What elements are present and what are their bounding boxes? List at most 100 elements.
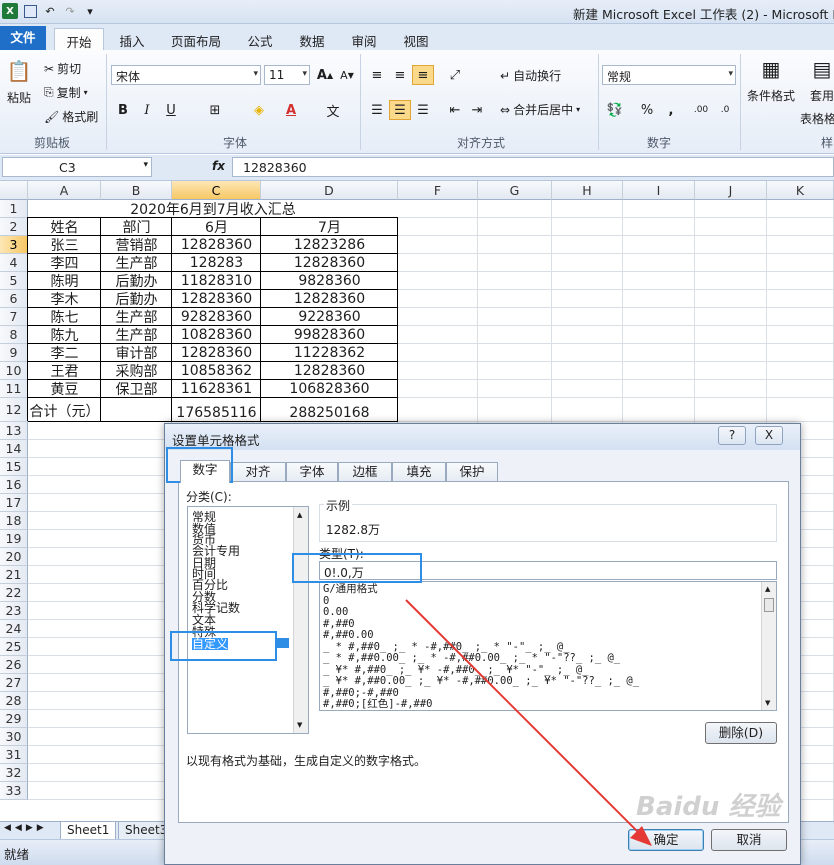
align-top-icon[interactable]: ≡ bbox=[366, 65, 388, 85]
tab-font[interactable]: 字体 bbox=[286, 462, 338, 482]
column-header-b[interactable]: B bbox=[101, 181, 172, 200]
increase-decimal-icon[interactable]: .00 bbox=[690, 100, 712, 120]
bold-button[interactable]: B bbox=[112, 100, 134, 120]
decrease-decimal-icon[interactable]: .0 bbox=[714, 100, 736, 120]
row-header-5[interactable]: 5 bbox=[0, 272, 28, 290]
align-right-icon[interactable]: ☰ bbox=[412, 100, 434, 120]
font-color-icon[interactable]: A bbox=[280, 100, 302, 120]
table-cell[interactable]: 陈七 bbox=[28, 308, 101, 326]
grow-font-icon[interactable]: A ▲ bbox=[314, 65, 336, 85]
row-header-24[interactable]: 24 bbox=[0, 620, 28, 638]
align-bottom-icon[interactable]: ≡ bbox=[412, 65, 434, 85]
table-cell[interactable]: 李四 bbox=[28, 254, 101, 272]
row-header-8[interactable]: 8 bbox=[0, 326, 28, 344]
table-cell[interactable]: 12828360 bbox=[172, 236, 261, 254]
table-cell[interactable]: 审计部 bbox=[101, 344, 172, 362]
tab-protection[interactable]: 保护 bbox=[446, 462, 498, 482]
table-cell[interactable]: 12828360 bbox=[261, 362, 398, 380]
number-format-combo[interactable]: 常规 ▾ bbox=[602, 65, 736, 85]
row-header-28[interactable]: 28 bbox=[0, 692, 28, 710]
total-cell[interactable] bbox=[101, 398, 172, 422]
table-cell[interactable]: 12828360 bbox=[172, 290, 261, 308]
table-cell[interactable]: 12828360 bbox=[261, 254, 398, 272]
table-cell[interactable]: 11828310 bbox=[172, 272, 261, 290]
column-header-f[interactable]: F bbox=[398, 181, 478, 200]
ok-button[interactable]: 确定 bbox=[628, 829, 704, 851]
table-cell[interactable]: 12828360 bbox=[261, 290, 398, 308]
row-header-26[interactable]: 26 bbox=[0, 656, 28, 674]
table-cell[interactable]: 陈九 bbox=[28, 326, 101, 344]
redo-icon[interactable]: ↷ bbox=[62, 3, 78, 19]
tab-fill[interactable]: 填充 bbox=[392, 462, 446, 482]
row-header-27[interactable]: 27 bbox=[0, 674, 28, 692]
scroll-up-icon[interactable]: ▲ bbox=[297, 511, 302, 519]
row-header-1[interactable]: 1 bbox=[0, 200, 28, 218]
font-size-combo[interactable]: 11 ▾ bbox=[264, 65, 310, 85]
border-icon[interactable]: ⊞ bbox=[204, 100, 226, 120]
name-box[interactable]: C3 ▾ bbox=[2, 157, 152, 177]
table-cell[interactable]: 92828360 bbox=[172, 308, 261, 326]
format-item[interactable]: _ ¥* #,##0.00_ ;_ ¥* -#,##0.00_ ;_ ¥* "-… bbox=[323, 676, 639, 687]
table-cell[interactable]: 10858362 bbox=[172, 362, 261, 380]
row-header-7[interactable]: 7 bbox=[0, 308, 28, 326]
table-cell[interactable]: 采购部 bbox=[101, 362, 172, 380]
table-cell[interactable]: 12828360 bbox=[172, 344, 261, 362]
table-cell[interactable]: 李木 bbox=[28, 290, 101, 308]
total-cell[interactable]: 288250168 bbox=[261, 398, 398, 422]
table-cell[interactable]: 陈明 bbox=[28, 272, 101, 290]
phonetic-icon[interactable]: 文 bbox=[322, 100, 344, 120]
cut-button[interactable]: ✂ 剪切 bbox=[44, 60, 81, 77]
formula-input[interactable]: 12828360 bbox=[232, 157, 834, 177]
align-center-icon[interactable]: ☰ bbox=[389, 100, 411, 120]
row-header-16[interactable]: 16 bbox=[0, 476, 28, 494]
format-item[interactable]: _ * #,##0_ ;_ * -#,##0_ ;_ * "-"_ ;_ @_ bbox=[323, 641, 570, 653]
sheet-tab-sheet1[interactable]: Sheet1 bbox=[60, 822, 117, 840]
column-header-h[interactable]: H bbox=[552, 181, 623, 200]
tab-file[interactable]: 文件 bbox=[0, 26, 46, 50]
table-cell[interactable]: 10828360 bbox=[172, 326, 261, 344]
font-name-combo[interactable]: 宋体 ▾ bbox=[111, 65, 261, 85]
column-header-d[interactable]: D bbox=[261, 181, 398, 200]
row-header-17[interactable]: 17 bbox=[0, 494, 28, 512]
table-cell[interactable]: 李二 bbox=[28, 344, 101, 362]
function-icon[interactable]: fx bbox=[212, 159, 225, 173]
format-item[interactable]: G/通用格式 bbox=[323, 584, 378, 595]
format-scrollbar[interactable]: ▲ ▼ bbox=[761, 582, 776, 710]
table-cell[interactable]: 12823286 bbox=[261, 236, 398, 254]
table-cell[interactable]: 张三 bbox=[28, 236, 101, 254]
table-cell[interactable]: 11228362 bbox=[261, 344, 398, 362]
row-header-25[interactable]: 25 bbox=[0, 638, 28, 656]
row-header-4[interactable]: 4 bbox=[0, 254, 28, 272]
row-header-13[interactable]: 13 bbox=[0, 422, 28, 440]
tab-home[interactable]: 开始 bbox=[54, 28, 104, 50]
fill-color-icon[interactable]: ◈ bbox=[248, 100, 270, 120]
chevron-down-icon[interactable]: ▾ bbox=[253, 69, 258, 79]
row-header-32[interactable]: 32 bbox=[0, 764, 28, 782]
table-header-cell[interactable]: 6月 bbox=[172, 218, 261, 236]
underline-button[interactable]: U bbox=[160, 100, 182, 120]
tab-data[interactable]: 数据 bbox=[292, 28, 332, 50]
format-as-table-button[interactable]: ▤ 套用 bbox=[810, 54, 834, 104]
table-cell[interactable]: 9828360 bbox=[261, 272, 398, 290]
cancel-button[interactable]: 取消 bbox=[711, 829, 787, 851]
table-header-cell[interactable]: 姓名 bbox=[28, 218, 101, 236]
comma-button[interactable]: , bbox=[660, 100, 682, 120]
table-cell[interactable]: 生产部 bbox=[101, 326, 172, 344]
table-cell[interactable]: 黄豆 bbox=[28, 380, 101, 398]
scroll-up-icon[interactable]: ▲ bbox=[765, 585, 770, 593]
column-header-i[interactable]: I bbox=[623, 181, 695, 200]
paste-button[interactable]: 📋 粘贴 bbox=[4, 56, 34, 106]
table-cell[interactable]: 生产部 bbox=[101, 308, 172, 326]
tab-border[interactable]: 边框 bbox=[338, 462, 392, 482]
table-cell[interactable]: 99828360 bbox=[261, 326, 398, 344]
select-all-corner[interactable] bbox=[0, 181, 28, 200]
tab-alignment[interactable]: 对齐 bbox=[230, 462, 286, 482]
close-button[interactable]: X bbox=[755, 426, 783, 445]
table-cell[interactable]: 保卫部 bbox=[101, 380, 172, 398]
category-list[interactable]: ▲ ▼ 常规 数值 货币 会计专用 日期 时间 百分比 分数 科学记数 文本 特殊 自定义 bbox=[187, 506, 309, 734]
row-header-6[interactable]: 6 bbox=[0, 290, 28, 308]
percent-button[interactable]: % bbox=[636, 100, 658, 120]
table-cell[interactable]: 生产部 bbox=[101, 254, 172, 272]
row-header-14[interactable]: 14 bbox=[0, 440, 28, 458]
conditional-format-button[interactable]: ▦ 条件格式 bbox=[746, 54, 796, 104]
